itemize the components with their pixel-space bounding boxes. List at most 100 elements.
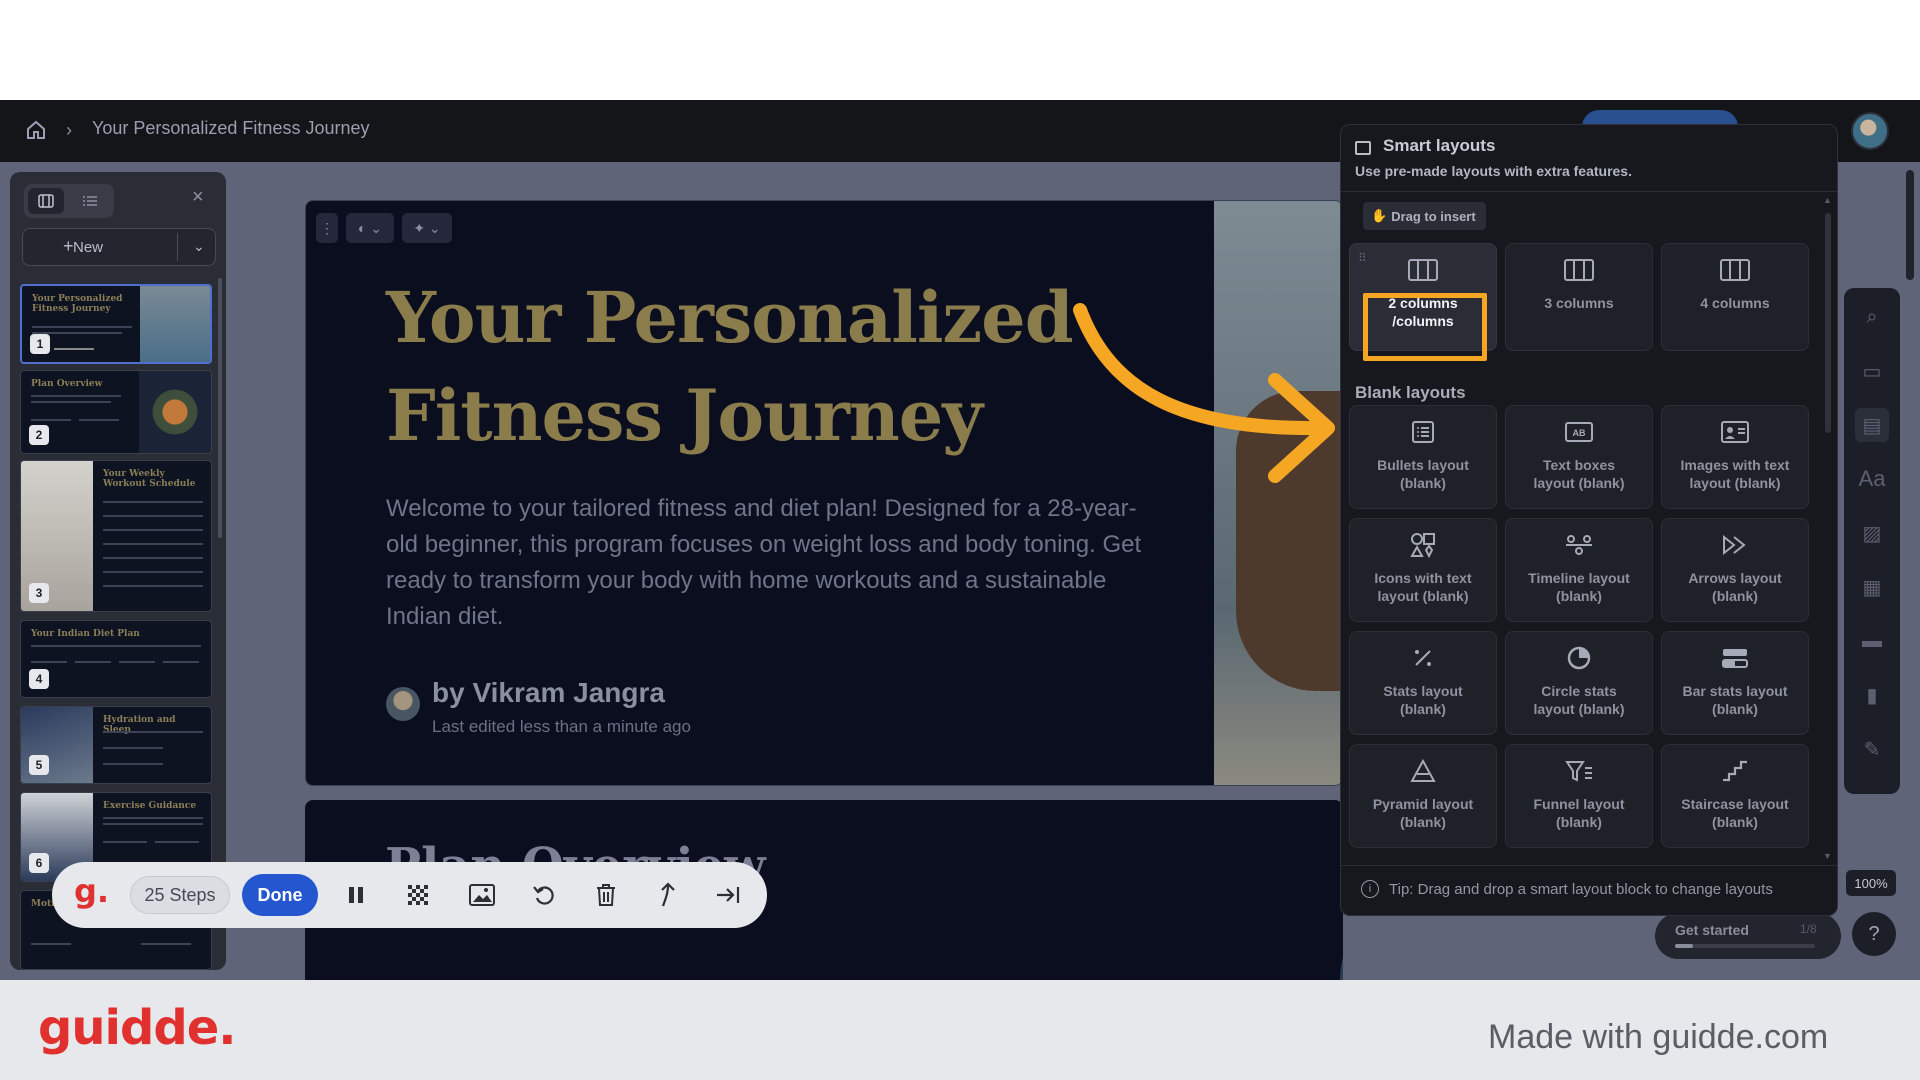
blur-icon[interactable]: [402, 879, 434, 911]
panel-scrollbar[interactable]: [218, 278, 222, 538]
close-icon[interactable]: ×: [192, 186, 204, 209]
help-icon[interactable]: ?: [1852, 912, 1896, 956]
add-card-icon[interactable]: ▭: [1855, 354, 1889, 388]
divider: [1341, 865, 1837, 866]
author-name[interactable]: by Vikram Jangra: [432, 677, 665, 709]
text-line: [103, 823, 203, 825]
icons-text-icon: [1350, 531, 1496, 559]
steps-counter[interactable]: 25 Steps: [130, 876, 230, 914]
skip-to-end-icon[interactable]: [712, 879, 744, 911]
text-boxes-icon: AB: [1506, 418, 1652, 446]
layout-card-icons-text-3[interactable]: Icons with text layout (blank): [1349, 518, 1497, 622]
list-view-icon[interactable]: [72, 188, 108, 214]
text-line: [103, 841, 147, 843]
pause-icon[interactable]: [340, 879, 372, 911]
columns-icon: [1662, 256, 1808, 284]
layout-card-bullets-0[interactable]: Bullets layout (blank): [1349, 405, 1497, 509]
avatar[interactable]: [1851, 112, 1889, 150]
layout-card-columns-1[interactable]: 3 columns: [1505, 243, 1653, 351]
layout-card-label: Timeline layout (blank): [1528, 570, 1630, 604]
layout-card-circle-stats-7[interactable]: Circle stats layout (blank): [1505, 631, 1653, 735]
export-icon[interactable]: [652, 879, 684, 911]
layout-card-label: Images with text layout (blank): [1680, 457, 1790, 491]
last-edited: Last edited less than a minute ago: [432, 717, 691, 736]
slide-thumbnail-5[interactable]: Hydration and Sleep 5: [20, 706, 212, 784]
info-icon: i: [1361, 880, 1379, 898]
scrollbar-thumb[interactable]: [1825, 213, 1831, 433]
layout-card-staircase-11[interactable]: Staircase layout (blank): [1661, 744, 1809, 848]
trash-icon[interactable]: [590, 879, 622, 911]
done-button[interactable]: Done: [242, 874, 318, 916]
made-with-text: Made with guidde.com: [1488, 1018, 1829, 1056]
new-slide-label: New: [73, 239, 104, 256]
text-line: [103, 817, 203, 819]
image-icon[interactable]: ▨: [1855, 516, 1889, 550]
main-scrollbar[interactable]: [1903, 160, 1917, 970]
zoom-level[interactable]: 100%: [1846, 870, 1896, 896]
get-started-label: Get started: [1675, 922, 1749, 938]
new-slide-button[interactable]: + New ⌄: [22, 228, 216, 266]
edit-icon[interactable]: ✎: [1855, 732, 1889, 766]
slide-thumbnail-3[interactable]: Your Weekly Workout Schedule 3: [20, 460, 212, 612]
scroll-down-icon[interactable]: ▼: [1823, 851, 1832, 861]
scrollbar-thumb[interactable]: [1906, 170, 1914, 280]
chevron-right-icon: ›: [66, 120, 72, 140]
slide-body[interactable]: Welcome to your tailored fitness and die…: [386, 491, 1146, 635]
stats-icon: [1350, 644, 1496, 672]
layout-card-text-boxes-1[interactable]: AB Text boxes layout (blank): [1505, 405, 1653, 509]
slide-thumbnail-1[interactable]: Your Personalized Fitness Journey 1: [20, 284, 212, 364]
text-icon[interactable]: Aa: [1855, 462, 1889, 496]
more-icon[interactable]: ⋮: [316, 213, 338, 243]
drag-hint-text: Drag to insert: [1391, 208, 1476, 224]
layout-card-funnel-10[interactable]: Funnel layout (blank): [1505, 744, 1653, 848]
smart-layouts-icon[interactable]: ▤: [1855, 408, 1889, 442]
video-icon[interactable]: ▦: [1855, 570, 1889, 604]
thumbnail-image: [139, 371, 211, 453]
scroll-up-icon[interactable]: ▲: [1823, 195, 1832, 205]
layout-card-timeline-4[interactable]: Timeline layout (blank): [1505, 518, 1653, 622]
layout-card-pyramid-9[interactable]: Pyramid layout (blank): [1349, 744, 1497, 848]
popup-scrollbar[interactable]: ▲ ▼: [1823, 195, 1833, 861]
thumbnail-view-icon[interactable]: [28, 188, 64, 214]
text-line: [103, 747, 163, 749]
layout-card-columns-2[interactable]: 4 columns: [1661, 243, 1809, 351]
undo-icon[interactable]: [528, 879, 560, 911]
recorder-toolbar: g. 25 Steps Done: [52, 862, 767, 928]
text-line: [103, 501, 203, 503]
text-line: [31, 395, 121, 397]
home-icon[interactable]: [24, 118, 48, 142]
author-avatar: [386, 687, 420, 721]
ai-sparkle-icon[interactable]: ✦ ⌄: [402, 213, 452, 243]
palette-icon[interactable]: ◐ ⌄: [346, 213, 394, 243]
text-line: [163, 661, 199, 663]
layout-card-stats-6[interactable]: Stats layout (blank): [1349, 631, 1497, 735]
text-line: [31, 645, 201, 647]
chevron-down-icon[interactable]: ⌄: [193, 238, 205, 255]
divider: [1341, 191, 1837, 192]
slide-number: 2: [29, 425, 49, 445]
embed-icon[interactable]: ▬: [1855, 624, 1889, 658]
layout-card-bar-stats-8[interactable]: Bar stats layout (blank): [1661, 631, 1809, 735]
timeline-icon: [1506, 531, 1652, 559]
breadcrumb-title[interactable]: Your Personalized Fitness Journey: [92, 118, 370, 139]
slide-toolbar: ⋮ ◐ ⌄ ✦ ⌄: [316, 213, 452, 243]
staircase-icon: [1662, 757, 1808, 785]
pyramid-icon: [1350, 757, 1496, 785]
text-line: [75, 661, 111, 663]
image-icon[interactable]: [466, 879, 498, 911]
slide-thumbnail-4[interactable]: Your Indian Diet Plan 4: [20, 620, 212, 698]
search-icon[interactable]: ⌕: [1855, 300, 1889, 334]
slide-title[interactable]: Your Personalized Fitness Journey: [386, 269, 1146, 465]
layout-card-arrows-5[interactable]: Arrows layout (blank): [1661, 518, 1809, 622]
layout-card-label: Stats layout (blank): [1383, 683, 1463, 717]
chart-icon[interactable]: ▮: [1855, 678, 1889, 712]
highlight-box: [1363, 293, 1487, 361]
slide-thumbnail-2[interactable]: Plan Overview 2: [20, 370, 212, 454]
get-started-widget[interactable]: Get started 1/8: [1655, 913, 1841, 959]
slide-canvas[interactable]: ⋮ ◐ ⌄ ✦ ⌄ Your Personalized Fitness Jour…: [305, 200, 1343, 786]
thumbnail-title: Your Indian Diet Plan: [31, 629, 140, 639]
text-line: [103, 543, 203, 545]
layout-card-image-text-2[interactable]: Images with text layout (blank): [1661, 405, 1809, 509]
blank-layouts-heading: Blank layouts: [1355, 383, 1466, 402]
layout-card-label: Text boxes layout (blank): [1533, 457, 1625, 491]
